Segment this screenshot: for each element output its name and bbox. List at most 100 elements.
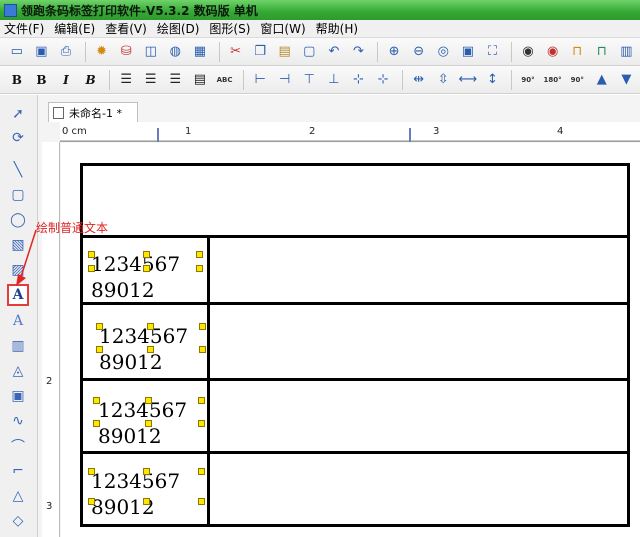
menu-window[interactable]: 窗口(W) <box>260 20 305 37</box>
rotate-270-button[interactable]: 90° <box>566 69 588 91</box>
preview-icon[interactable]: ◫ <box>140 41 162 63</box>
arc-tool-icon[interactable]: ⌒ <box>7 435 29 457</box>
menu-file[interactable]: 文件(F) <box>4 20 44 37</box>
barcode-tool-icon[interactable]: ▥ <box>7 335 29 357</box>
align-left-icon[interactable]: ☰ <box>115 69 137 91</box>
settings-icon[interactable]: ✹ <box>91 41 113 63</box>
selection-handle[interactable] <box>88 265 95 272</box>
selection-handle[interactable] <box>199 323 206 330</box>
zoom-out-icon[interactable]: ⊖ <box>408 41 430 63</box>
distribute-v-icon[interactable]: ⇳ <box>432 69 454 91</box>
rich-text-tool-icon[interactable]: A <box>7 310 29 332</box>
selection-handle[interactable] <box>88 498 95 505</box>
align-objects-hcenter-icon[interactable]: ⊣ <box>274 69 296 91</box>
diamond-tool-icon[interactable]: ◇ <box>7 510 29 532</box>
zoom-fit-icon[interactable]: ◎ <box>432 41 454 63</box>
layer-up-icon[interactable]: ▲ <box>591 69 613 91</box>
layer-down-icon[interactable]: ▼ <box>616 69 638 91</box>
fullscreen-icon[interactable]: ⛶ <box>482 41 504 63</box>
selection-handle[interactable] <box>145 420 152 427</box>
eye-hide-icon[interactable]: ◉ <box>542 41 564 63</box>
delete-icon[interactable]: ▢ <box>299 41 321 63</box>
select-pointer-icon[interactable]: ➚ <box>7 103 29 125</box>
selection-handle[interactable] <box>198 498 205 505</box>
selection-handle[interactable] <box>143 265 150 272</box>
grid-icon[interactable]: ▦ <box>189 41 211 63</box>
menu-view[interactable]: 查看(V) <box>105 20 147 37</box>
selection-handle[interactable] <box>93 420 100 427</box>
selection-handle[interactable] <box>145 397 152 404</box>
curve-tool-icon[interactable]: ∿ <box>7 410 29 432</box>
distribute-h-icon[interactable]: ⇹ <box>408 69 430 91</box>
selection-handle[interactable] <box>199 346 206 353</box>
selection-handle[interactable] <box>198 397 205 404</box>
rotate-180-button[interactable]: 180° <box>542 69 564 91</box>
qrcode-tool-icon[interactable]: ▣ <box>7 385 29 407</box>
line-tool-icon[interactable]: ╲ <box>7 159 29 181</box>
zoom-in-icon[interactable]: ⊕ <box>383 41 405 63</box>
selection-handle[interactable] <box>198 420 205 427</box>
align-right-icon[interactable]: ☰ <box>165 69 187 91</box>
selection-handle[interactable] <box>143 498 150 505</box>
selection-handle[interactable] <box>96 323 103 330</box>
selection-handle[interactable] <box>143 468 150 475</box>
selection-handle[interactable] <box>147 323 154 330</box>
document-tab[interactable]: 未命名-1 * <box>48 102 138 122</box>
separator <box>109 69 111 90</box>
selection-handle[interactable] <box>196 251 203 258</box>
zoom-page-icon[interactable]: ▣ <box>457 41 479 63</box>
triangle-tool-icon[interactable]: △ <box>7 485 29 507</box>
selection-handle[interactable] <box>96 346 103 353</box>
unlock-icon[interactable]: ⊓ <box>591 41 613 63</box>
paste-icon[interactable]: ▤ <box>274 41 296 63</box>
align-objects-bottom-icon[interactable]: ⊥ <box>323 69 345 91</box>
align-center-icon[interactable]: ☰ <box>140 69 162 91</box>
document-tab-label: 未命名-1 * <box>69 106 122 120</box>
print-icon[interactable]: ⎙ <box>55 41 77 63</box>
save-icon[interactable]: ▣ <box>31 41 53 63</box>
menu-draw[interactable]: 绘图(D) <box>157 20 200 37</box>
selection-handle[interactable] <box>196 265 203 272</box>
selection-handle[interactable] <box>143 251 150 258</box>
abc-button[interactable]: ABC <box>214 69 236 91</box>
text-object-3[interactable]: 1234567 89012 <box>98 397 187 449</box>
selection-handle[interactable] <box>198 468 205 475</box>
text-object-1[interactable]: 1234567 89012 <box>91 251 180 303</box>
rotate-tool-icon[interactable]: ⟳ <box>7 127 29 149</box>
rectangle-tool-icon[interactable]: ▢ <box>7 184 29 206</box>
selection-handle[interactable] <box>147 346 154 353</box>
italic-button[interactable]: I <box>55 69 77 91</box>
menu-shape[interactable]: 图形(S) <box>209 20 250 37</box>
layer-icon[interactable]: ▥ <box>616 41 638 63</box>
bold-button[interactable]: B <box>6 69 28 91</box>
align-objects-middle-icon[interactable]: ⊹ <box>372 69 394 91</box>
selection-handle[interactable] <box>93 397 100 404</box>
copy-icon[interactable]: ❐ <box>249 41 271 63</box>
lock-icon[interactable]: ⊓ <box>566 41 588 63</box>
redo-icon[interactable]: ↷ <box>348 41 370 63</box>
database-icon[interactable]: ⛁ <box>115 41 137 63</box>
undo-icon[interactable]: ↶ <box>323 41 345 63</box>
menu-help[interactable]: 帮助(H) <box>316 20 358 37</box>
bold-italic-button[interactable]: B <box>80 69 102 91</box>
shape-tool-icon[interactable]: ◬ <box>7 360 29 382</box>
new-file-icon[interactable]: ▭ <box>6 41 28 63</box>
selection-handle[interactable] <box>88 251 95 258</box>
justify-icon[interactable]: ▤ <box>189 69 211 91</box>
bold-alt-button[interactable]: B <box>31 69 53 91</box>
align-objects-top-icon[interactable]: ⊤ <box>299 69 321 91</box>
separator <box>218 41 220 62</box>
same-width-icon[interactable]: ⟷ <box>457 69 479 91</box>
eye-icon[interactable]: ◉ <box>517 41 539 63</box>
menu-edit[interactable]: 编辑(E) <box>54 20 95 37</box>
align-objects-left-icon[interactable]: ⊢ <box>249 69 271 91</box>
text-object-2[interactable]: 1234567 89012 <box>99 323 188 375</box>
zoom-select-icon[interactable]: ◍ <box>165 41 187 63</box>
selection-handle[interactable] <box>88 468 95 475</box>
align-objects-center-icon[interactable]: ⊹ <box>348 69 370 91</box>
rotate-90-button[interactable]: 90° <box>517 69 539 91</box>
cut-icon[interactable]: ✂ <box>225 41 247 63</box>
text-object-4[interactable]: 1234567 89012 <box>91 468 180 520</box>
same-height-icon[interactable]: ↕ <box>482 69 504 91</box>
polyline-tool-icon[interactable]: ⌐ <box>7 460 29 482</box>
